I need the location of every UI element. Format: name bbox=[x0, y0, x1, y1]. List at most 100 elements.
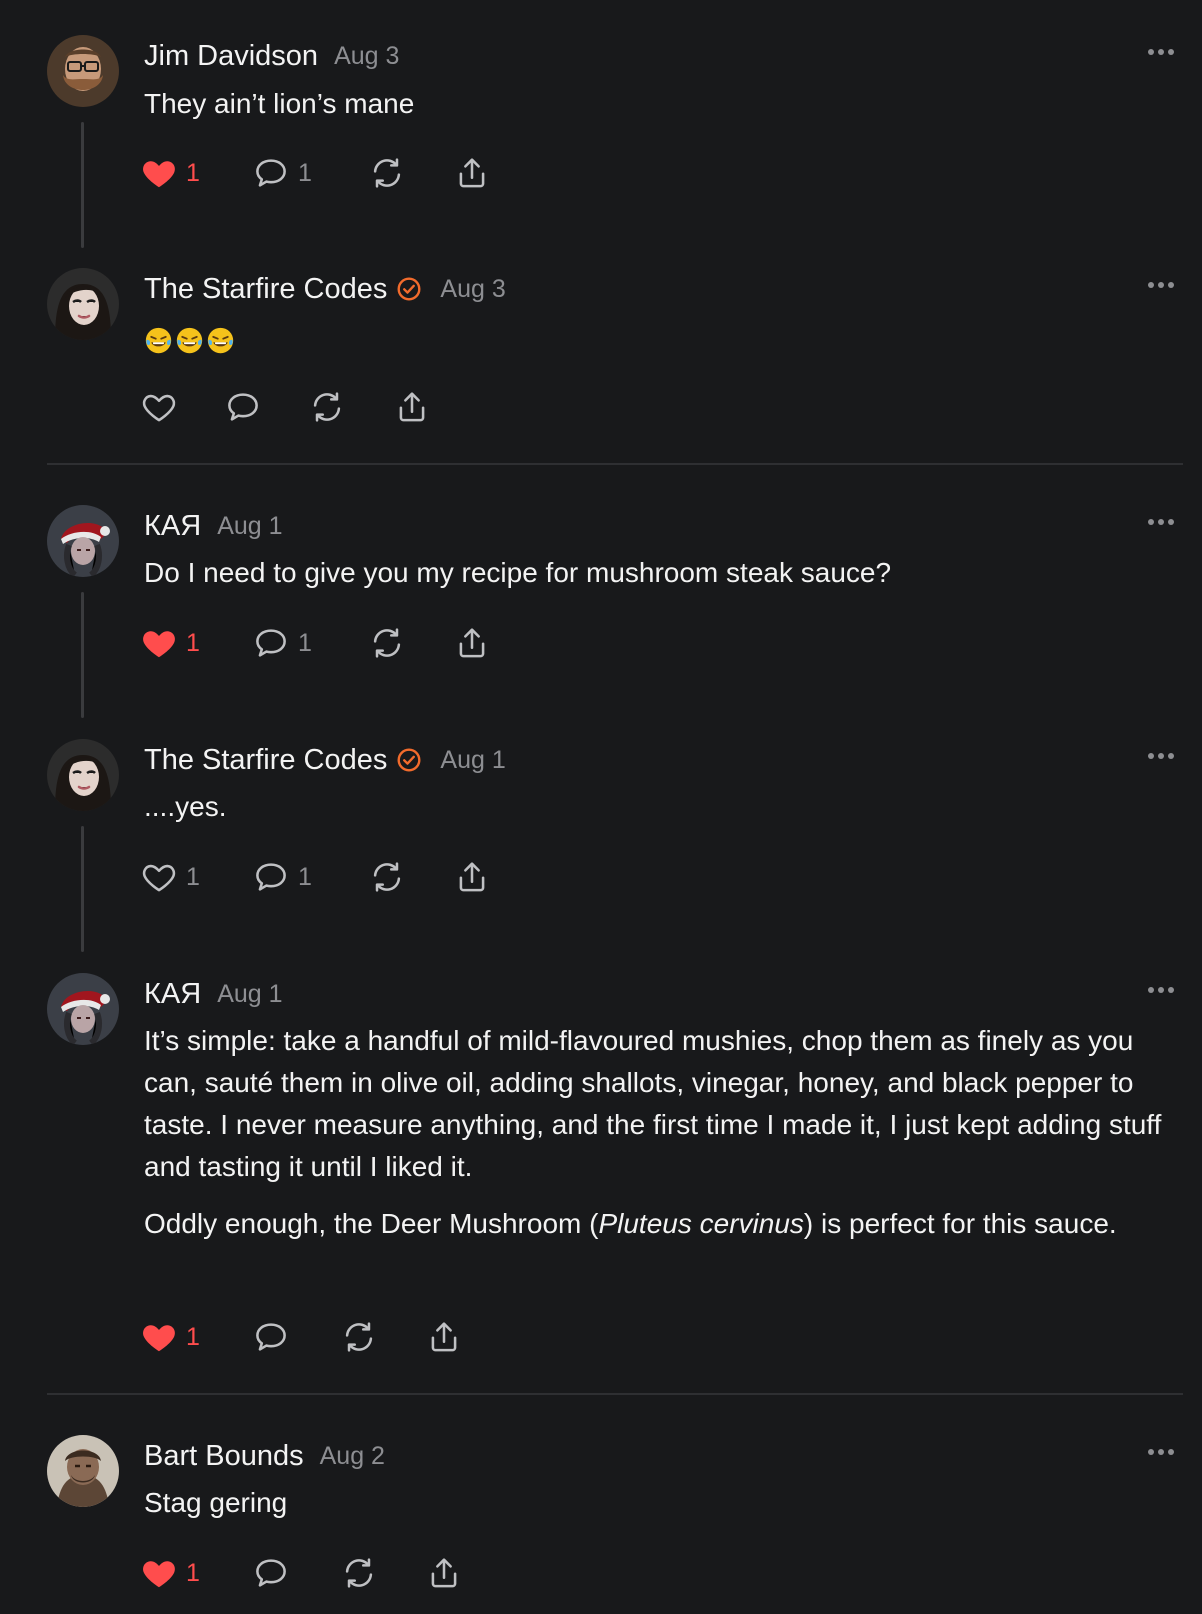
post-body: They ain’t lion’s mane bbox=[144, 83, 1184, 125]
more-options-icon[interactable] bbox=[1148, 282, 1174, 288]
post-header: The Starfire Codes Aug 3 bbox=[144, 272, 506, 306]
thread-connector-line bbox=[81, 122, 84, 248]
like-count: 1 bbox=[186, 158, 200, 187]
like-button[interactable] bbox=[140, 386, 178, 428]
repost-icon bbox=[368, 624, 406, 662]
post-header: Jim Davidson Aug 3 bbox=[144, 39, 399, 73]
post-date[interactable]: Aug 2 bbox=[320, 1442, 385, 1471]
like-button[interactable]: 1 bbox=[140, 1552, 200, 1594]
more-options-icon[interactable] bbox=[1148, 987, 1174, 993]
reply-icon bbox=[252, 1554, 290, 1592]
post-header: КАЯ Aug 1 bbox=[144, 977, 283, 1011]
like-icon bbox=[140, 1318, 178, 1356]
more-options-icon[interactable] bbox=[1148, 49, 1174, 55]
repost-icon bbox=[340, 1554, 378, 1592]
post-date[interactable]: Aug 1 bbox=[217, 980, 282, 1009]
post-body: Do I need to give you my recipe for mush… bbox=[144, 552, 1184, 594]
repost-button[interactable] bbox=[340, 1316, 378, 1358]
author-name[interactable]: The Starfire Codes bbox=[144, 744, 387, 777]
like-icon bbox=[140, 388, 178, 426]
reply-icon bbox=[224, 388, 262, 426]
thread-divider bbox=[47, 463, 1183, 465]
post-paragraph: ....yes. bbox=[144, 791, 227, 822]
more-options-icon[interactable] bbox=[1148, 753, 1174, 759]
author-name[interactable]: Jim Davidson bbox=[144, 40, 318, 73]
share-icon bbox=[425, 1318, 463, 1356]
reply-button[interactable]: 1 bbox=[252, 622, 312, 664]
like-count: 1 bbox=[186, 1558, 200, 1587]
share-icon bbox=[453, 624, 491, 662]
thread-connector-line bbox=[81, 826, 84, 952]
like-button[interactable]: 1 bbox=[140, 856, 200, 898]
reply-button[interactable] bbox=[252, 1316, 290, 1358]
author-name[interactable]: Bart Bounds bbox=[144, 1440, 304, 1473]
author-name[interactable]: КАЯ bbox=[144, 978, 201, 1011]
share-button[interactable] bbox=[425, 1552, 463, 1594]
post-body: Stag gering bbox=[144, 1482, 1184, 1524]
like-button[interactable]: 1 bbox=[140, 622, 200, 664]
thread-divider bbox=[47, 1393, 1183, 1395]
caveman-avatar[interactable] bbox=[47, 1435, 119, 1507]
like-button[interactable]: 1 bbox=[140, 1316, 200, 1358]
thread-connector-line bbox=[81, 592, 84, 718]
verified-badge-icon bbox=[396, 747, 422, 773]
repost-icon bbox=[368, 858, 406, 896]
post-date[interactable]: Aug 1 bbox=[217, 512, 282, 541]
santa-hat-avatar[interactable] bbox=[47, 973, 119, 1045]
repost-button[interactable] bbox=[340, 1552, 378, 1594]
reply-icon bbox=[252, 154, 290, 192]
post-header: Bart Bounds Aug 2 bbox=[144, 1439, 385, 1473]
santa-hat-avatar[interactable] bbox=[47, 505, 119, 577]
like-icon bbox=[140, 154, 178, 192]
reply-count: 1 bbox=[298, 862, 312, 891]
reply-button[interactable]: 1 bbox=[252, 152, 312, 194]
like-count: 1 bbox=[186, 1322, 200, 1351]
like-button[interactable]: 1 bbox=[140, 152, 200, 194]
repost-button[interactable] bbox=[368, 152, 406, 194]
share-button[interactable] bbox=[425, 1316, 463, 1358]
more-options-icon[interactable] bbox=[1148, 1449, 1174, 1455]
emoji-text bbox=[144, 318, 1184, 360]
reply-button[interactable] bbox=[252, 1552, 290, 1594]
reply-button[interactable]: 1 bbox=[252, 856, 312, 898]
text-run: ) is perfect for this sauce. bbox=[803, 1208, 1117, 1239]
text-run: Oddly enough, the Deer Mushroom ( bbox=[144, 1208, 599, 1239]
like-icon bbox=[140, 1554, 178, 1592]
post-date[interactable]: Aug 3 bbox=[334, 42, 399, 71]
woman-avatar[interactable] bbox=[47, 268, 119, 340]
post-paragraph: It’s simple: take a handful of mild-flav… bbox=[144, 1025, 1162, 1182]
repost-button[interactable] bbox=[308, 386, 346, 428]
post-paragraph: Do I need to give you my recipe for mush… bbox=[144, 557, 892, 588]
repost-icon bbox=[368, 154, 406, 192]
post-header: КАЯ Aug 1 bbox=[144, 509, 283, 543]
post-body: ....yes. bbox=[144, 786, 1184, 828]
like-count: 1 bbox=[186, 862, 200, 891]
post-paragraph: They ain’t lion’s mane bbox=[144, 88, 415, 119]
share-button[interactable] bbox=[453, 856, 491, 898]
reply-button[interactable] bbox=[224, 386, 262, 428]
share-icon bbox=[425, 1554, 463, 1592]
share-button[interactable] bbox=[453, 152, 491, 194]
share-icon bbox=[453, 154, 491, 192]
repost-button[interactable] bbox=[368, 622, 406, 664]
verified-badge-icon bbox=[396, 276, 422, 302]
woman-avatar[interactable] bbox=[47, 739, 119, 811]
bearded-man-avatar[interactable] bbox=[47, 35, 119, 107]
repost-button[interactable] bbox=[368, 856, 406, 898]
share-button[interactable] bbox=[393, 386, 431, 428]
author-name[interactable]: КАЯ bbox=[144, 510, 201, 543]
post-date[interactable]: Aug 3 bbox=[440, 275, 505, 304]
reply-count: 1 bbox=[298, 628, 312, 657]
share-button[interactable] bbox=[453, 622, 491, 664]
post-paragraph: Oddly enough, the Deer Mushroom (Pluteus… bbox=[144, 1203, 1184, 1245]
author-name[interactable]: The Starfire Codes bbox=[144, 273, 387, 306]
like-icon bbox=[140, 858, 178, 896]
reply-icon bbox=[252, 858, 290, 896]
reply-icon bbox=[252, 1318, 290, 1356]
post-paragraph: Stag gering bbox=[144, 1487, 288, 1518]
repost-icon bbox=[308, 388, 346, 426]
more-options-icon[interactable] bbox=[1148, 519, 1174, 525]
reply-icon bbox=[252, 624, 290, 662]
species-name: Pluteus cervinus bbox=[598, 1208, 804, 1239]
post-date[interactable]: Aug 1 bbox=[440, 746, 505, 775]
